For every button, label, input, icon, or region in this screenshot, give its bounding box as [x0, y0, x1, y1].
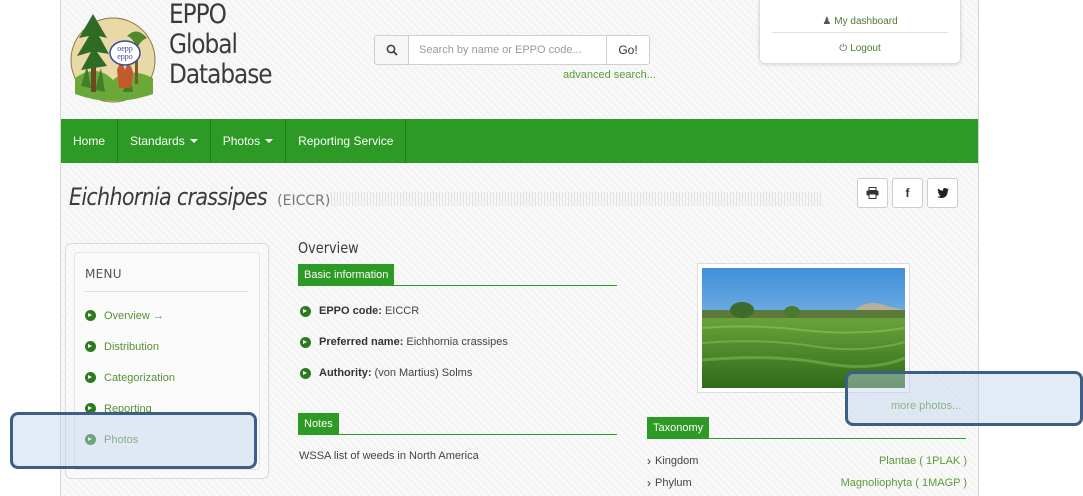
taxonomy-link-phylum[interactable]: Magnoliophyta ( 1MAGP ) — [841, 477, 967, 489]
taxonomy-link-kingdom[interactable]: Plantae ( 1PLAK ) — [879, 455, 967, 467]
info-key-authority: Authority: — [319, 367, 372, 379]
nav-home[interactable]: Home — [61, 119, 119, 163]
chevron-circle-icon — [300, 305, 311, 317]
taxonomy-row-kingdom: › Kingdom Plantae ( 1PLAK ) — [647, 451, 967, 471]
search-icon-button[interactable] — [374, 35, 409, 65]
nav-home-label: Home — [73, 134, 106, 148]
site-title-line-3: Database — [169, 59, 273, 90]
basic-information-header: Basic information — [298, 264, 617, 286]
nav-photos[interactable]: Photos — [211, 119, 287, 163]
info-row-authority: Authority: (von Martius) Solms — [300, 367, 472, 379]
menu-item-distribution-label: Distribution — [104, 340, 160, 353]
taxonomy-label: Taxonomy — [647, 417, 710, 439]
taxonomy-rank-kingdom: Kingdom — [655, 455, 699, 467]
caret-down-icon — [265, 139, 274, 143]
facebook-button[interactable]: f — [892, 178, 923, 208]
eppo-logo[interactable]: oepp eppo — [67, 8, 159, 108]
menu-item-overview[interactable]: Overview → — [85, 300, 249, 331]
site-title-line-2: Global — [169, 29, 238, 60]
page-title: Eichhornia crassipes (EICCR) — [69, 183, 330, 211]
user-panel-divider — [772, 32, 948, 33]
notes-header: Notes — [298, 413, 617, 435]
menu-item-overview-label: Overview → — [104, 309, 164, 322]
search-icon — [386, 44, 398, 56]
chevron-circle-icon — [85, 341, 96, 352]
caret-down-icon — [189, 139, 198, 143]
species-name: Eichhornia crassipes — [69, 183, 268, 211]
highlight-box-more-photos — [845, 371, 1083, 426]
main-nav: Home Standards Photos Reporting Service — [61, 119, 978, 163]
share-buttons: f — [857, 178, 958, 208]
user-icon: ♟ — [822, 16, 832, 27]
menu-title: MENU — [85, 267, 249, 292]
user-panel: ♟ My dashboard ⏻ Logout — [759, 0, 961, 64]
go-button[interactable]: Go! — [607, 35, 650, 65]
chevron-circle-icon — [300, 336, 311, 348]
advanced-search-link[interactable]: advanced search... — [563, 69, 656, 81]
facebook-icon: f — [905, 186, 910, 200]
info-value-preferred-name: Eichhornia crassipes — [406, 336, 508, 348]
logo-badge-bottom: eppo — [117, 52, 133, 61]
my-dashboard-link[interactable]: ♟ My dashboard — [760, 16, 960, 27]
menu-item-categorization-label: Categorization — [104, 371, 175, 384]
twitter-button[interactable] — [927, 178, 958, 208]
menu-item-distribution[interactable]: Distribution — [85, 331, 249, 362]
notes-label: Notes — [298, 413, 339, 435]
taxonomy-row-phylum: › Phylum Magnoliophyta ( 1MAGP ) — [647, 473, 967, 493]
nav-standards-label: Standards — [130, 134, 185, 148]
notes-text: WSSA list of weeds in North America — [299, 450, 479, 462]
info-row-eppo-code: EPPO code: EICCR — [300, 305, 419, 317]
info-value-authority: (von Martius) Solms — [374, 367, 473, 379]
title-divider — [331, 192, 821, 206]
chevron-circle-icon — [300, 367, 311, 379]
site-title[interactable]: EPPO Global Database — [169, 0, 289, 90]
my-dashboard-label: My dashboard — [834, 16, 898, 27]
menu-item-categorization[interactable]: Categorization — [85, 362, 249, 393]
chevron-circle-icon — [85, 310, 96, 321]
power-icon: ⏻ — [839, 43, 848, 54]
search-input[interactable] — [409, 35, 607, 65]
logout-label: Logout — [850, 43, 881, 54]
twitter-icon — [936, 188, 949, 198]
logout-link[interactable]: ⏻ Logout — [760, 43, 960, 54]
basic-information-label: Basic information — [298, 264, 395, 286]
info-key-preferred-name: Preferred name: — [319, 336, 404, 348]
nav-photos-label: Photos — [222, 134, 261, 148]
chevron-circle-icon — [85, 372, 96, 383]
search-bar: Go! — [374, 35, 650, 65]
species-photo — [701, 268, 906, 388]
chevron-right-icon: › — [647, 476, 651, 490]
highlight-box-photos — [10, 412, 257, 469]
nav-reporting-service[interactable]: Reporting Service — [286, 119, 407, 163]
nav-reporting-service-label: Reporting Service — [298, 134, 394, 148]
print-icon — [866, 187, 879, 199]
site-title-line-1: EPPO — [169, 0, 227, 30]
print-button[interactable] — [857, 178, 888, 208]
info-value-eppo-code: EICCR — [384, 305, 420, 317]
info-key-eppo-code: EPPO code: — [319, 305, 382, 317]
nav-standards[interactable]: Standards — [118, 119, 211, 163]
info-row-preferred-name: Preferred name: Eichhornia crassipes — [300, 336, 508, 348]
overview-title: Overview — [298, 239, 359, 257]
chevron-right-icon: › — [647, 454, 651, 468]
taxonomy-rank-phylum: Phylum — [655, 477, 692, 489]
species-eppo-code: (EICCR) — [277, 193, 331, 209]
